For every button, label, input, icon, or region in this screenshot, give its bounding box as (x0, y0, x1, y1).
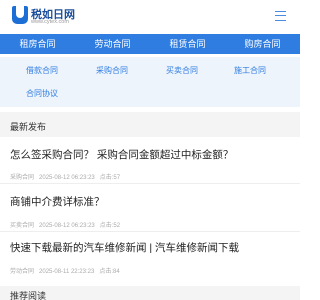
article-title[interactable]: 快速下载最新的汽车维修新闻 | 汽车维修新闻下载 (10, 240, 239, 255)
article-date: 2025-08-12 06:23:23 (39, 175, 95, 181)
article-title[interactable]: 怎么签采购合同？ 采购合同金额超过中标金额？ (10, 147, 233, 162)
article-meta: 买卖合同 2025-08-12 06:23:23 点击:52 (10, 220, 120, 229)
site-header: 税如日网 www.cytex.com (0, 0, 300, 34)
divider (0, 183, 300, 184)
menu-icon[interactable] (275, 11, 286, 21)
sub-nav-item-procurement[interactable]: 采购合同 (96, 65, 128, 76)
logo-url: www.cytex.com (31, 19, 69, 25)
article-meta: 采购合同 2025-08-12 06:23:23 点击:57 (10, 172, 120, 181)
section-title: 推荐阅读 (10, 291, 47, 300)
section-title: 最新发布 (10, 122, 47, 132)
nav-item-labor-contract[interactable]: 劳动合同 (75, 34, 150, 54)
article-category[interactable]: 劳动合同 (10, 269, 34, 275)
nav-item-purchase-contract[interactable]: 购房合同 (225, 34, 300, 54)
main-nav: 租房合同 劳动合同 租赁合同 购房合同 (0, 34, 300, 54)
sub-nav-item-loan[interactable]: 借款合同 (26, 65, 58, 76)
sub-nav-item-agreement[interactable]: 合同协议 (26, 88, 58, 99)
sub-nav: 借款合同 采购合同 买卖合同 施工合同 合同协议 (0, 57, 300, 107)
sub-nav-item-sales[interactable]: 买卖合同 (166, 65, 198, 76)
article-category[interactable]: 采购合同 (10, 175, 34, 181)
article-views: 点击:84 (99, 269, 120, 275)
article-views: 点击:52 (99, 223, 121, 229)
nav-item-rental-contract[interactable]: 租房合同 (0, 34, 75, 54)
latest-section-header: 最新发布 (0, 112, 300, 137)
sub-nav-item-construction[interactable]: 施工合同 (234, 65, 266, 76)
article-category[interactable]: 买卖合同 (10, 223, 34, 229)
article-meta: 劳动合同 2025-08-11 22:23:23 点击:84 (10, 266, 120, 275)
article-date: 2025-08-11 22:23:23 (39, 269, 95, 275)
article-date: 2025-08-12 06:23:23 (39, 223, 95, 229)
recommend-section-header: 推荐阅读 (0, 286, 300, 300)
logo-icon[interactable] (12, 6, 28, 24)
divider (0, 231, 300, 232)
article-views: 点击:57 (99, 175, 121, 181)
nav-item-lease-contract[interactable]: 租赁合同 (150, 34, 225, 54)
article-title[interactable]: 商铺中介费详标准？ (10, 194, 105, 209)
